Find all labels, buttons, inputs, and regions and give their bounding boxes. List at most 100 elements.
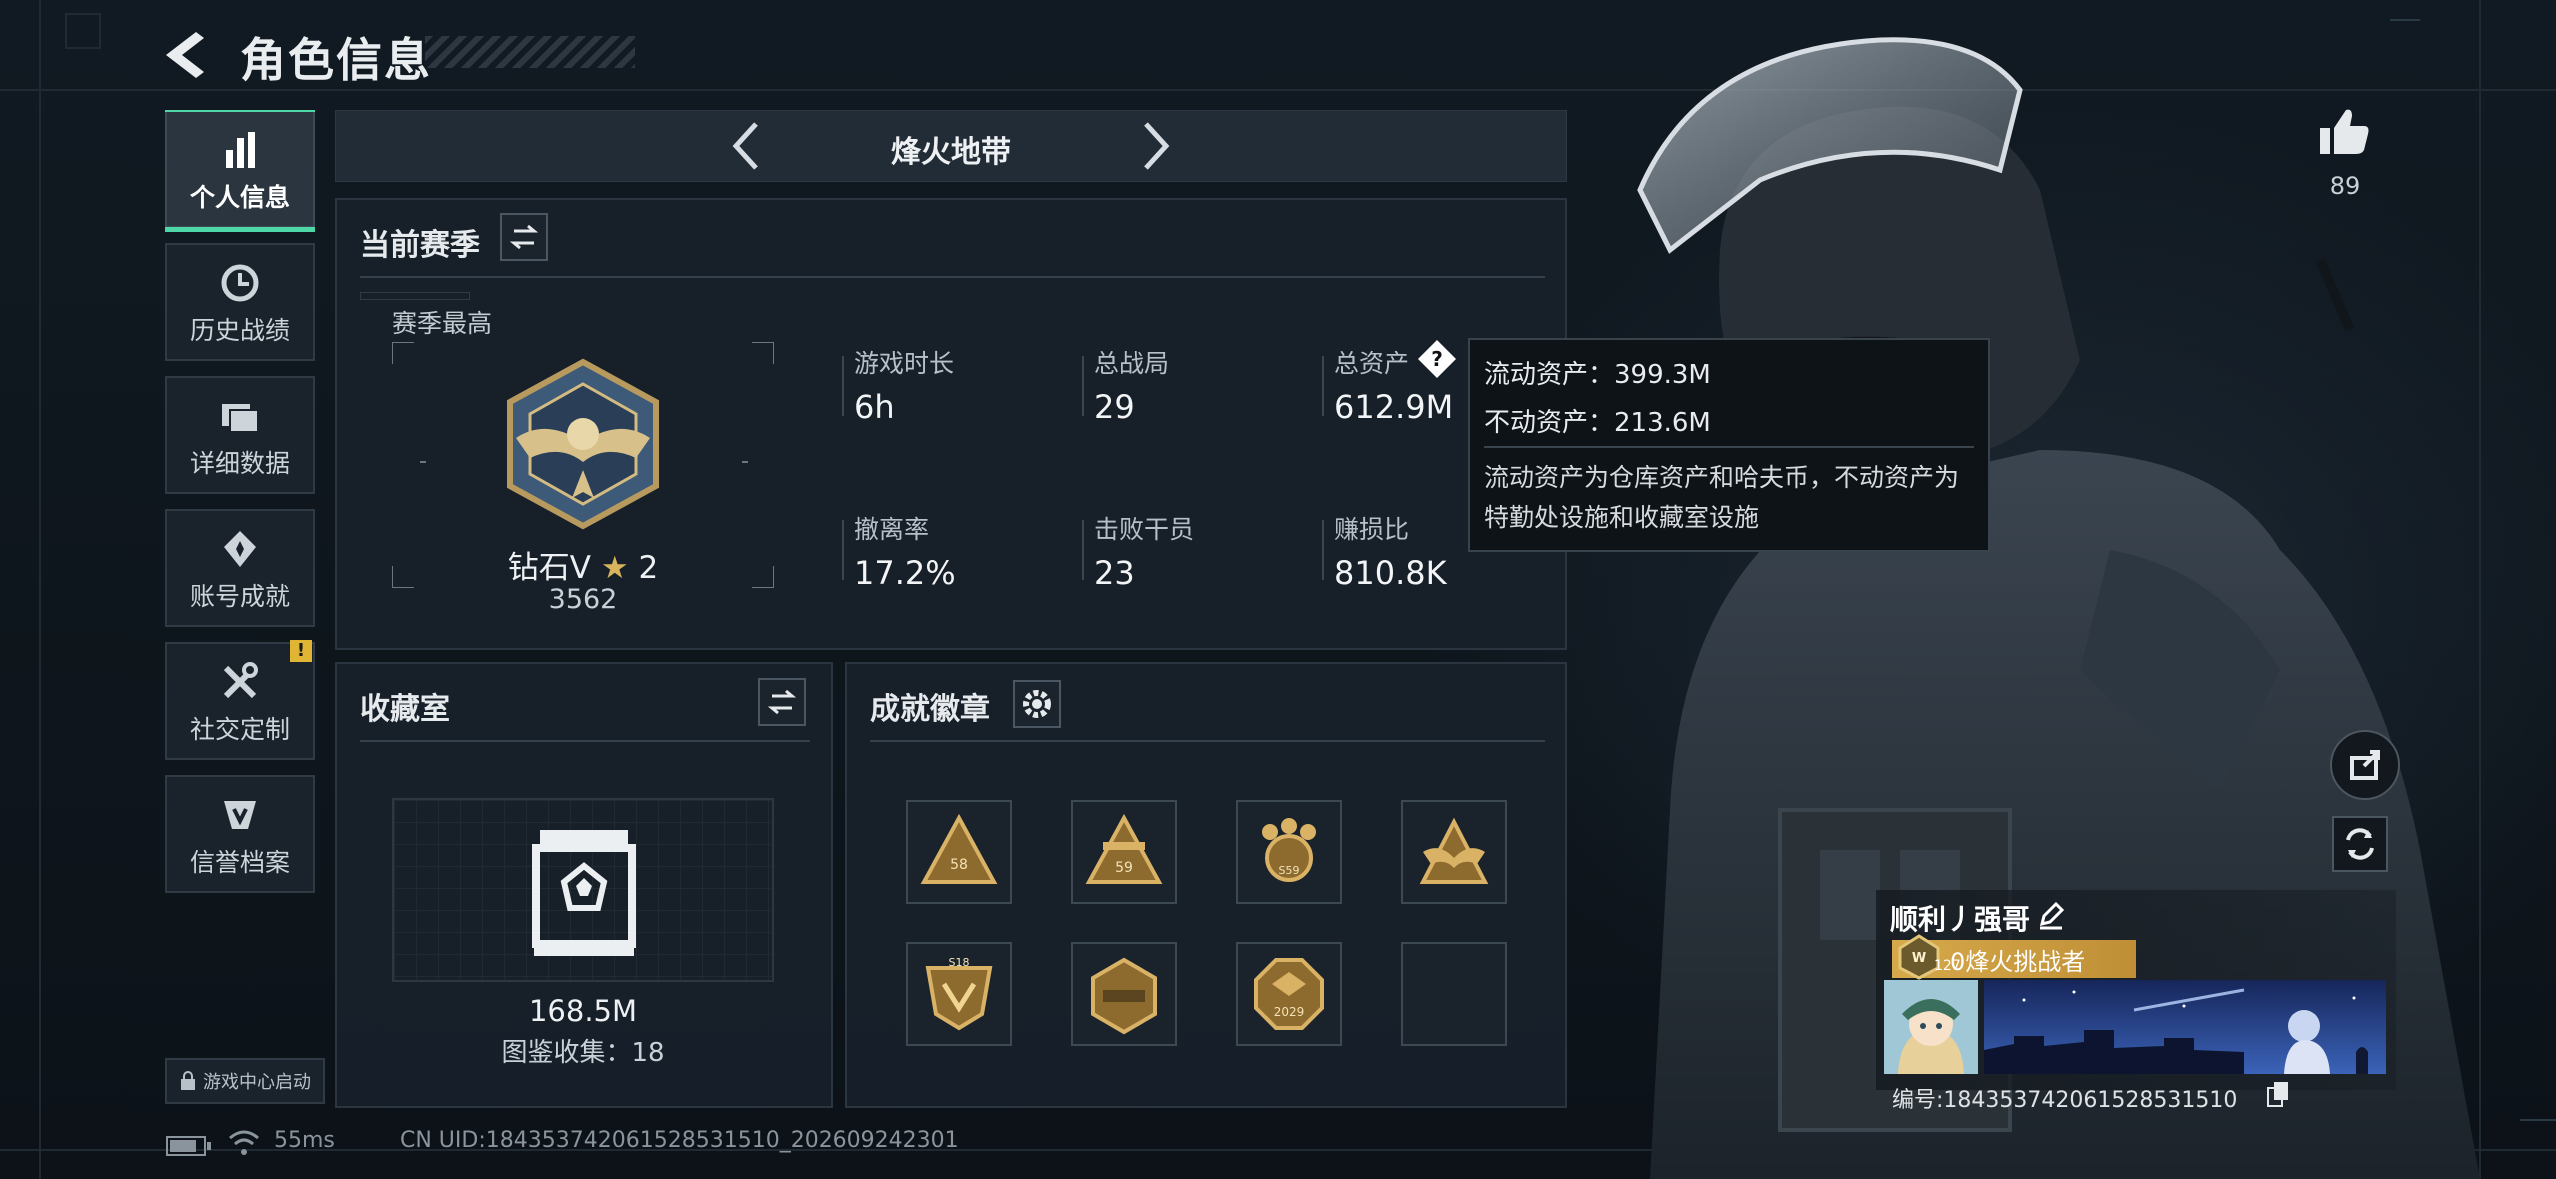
player-rank-title: 0烽火挑战者	[1950, 948, 2086, 976]
battery-icon	[166, 1136, 211, 1156]
lock-icon	[181, 1071, 195, 1090]
stat-divider	[1082, 520, 1084, 580]
nav-item-achievements[interactable]: 账号成就	[165, 509, 315, 627]
achievement-badge[interactable]: 2029	[1236, 942, 1342, 1046]
tooltip-divider	[1484, 446, 1974, 448]
achievement-badge[interactable]	[1071, 942, 1177, 1046]
badge-triangle-icon: 59	[1085, 813, 1163, 884]
stat-label-extract-rate: 撤离率	[854, 515, 930, 544]
stat-value-profit-ratio: 810.8K	[1334, 554, 1447, 592]
next-mode-chevron-icon[interactable]	[1138, 118, 1174, 174]
stat-value-playtime: 6h	[854, 388, 895, 426]
achievements-title: 成就徽章	[870, 692, 990, 727]
back-arrow-icon[interactable]	[160, 28, 216, 82]
nav-item-personal-info[interactable]: 个人信息	[165, 110, 315, 232]
refresh-icon	[2346, 828, 2374, 860]
badge-hex-icon	[1091, 957, 1157, 1035]
collection-value: 168.5M	[528, 994, 638, 1028]
nav-label: 信誉档案	[189, 848, 290, 877]
nav-label: 个人信息	[189, 183, 290, 212]
collection-switch-button[interactable]	[758, 678, 806, 726]
divider	[360, 276, 1545, 278]
stat-divider	[1322, 520, 1324, 580]
nav-label: 历史战绩	[189, 316, 290, 345]
page-title: 角色信息	[240, 33, 432, 87]
rank-emblem-icon	[507, 358, 659, 530]
achievement-badge[interactable]: S18	[906, 942, 1012, 1046]
refresh-button[interactable]	[2332, 816, 2388, 872]
achievement-badge[interactable]: 59	[1071, 800, 1177, 904]
collection-preview[interactable]	[392, 798, 774, 982]
nav-item-detail-data[interactable]: 详细数据	[165, 376, 315, 494]
badge-shield-icon: S18	[925, 956, 993, 1031]
svg-text:?: ?	[1431, 347, 1443, 371]
achievement-badge[interactable]: S59	[1236, 800, 1342, 904]
tools-icon	[223, 662, 258, 699]
stat-divider	[842, 520, 844, 580]
game-center-launch-button[interactable]: 游戏中心启动	[165, 1058, 325, 1104]
divider	[360, 740, 810, 742]
stat-value-kills: 23	[1094, 554, 1135, 592]
achievement-icon	[224, 531, 256, 567]
bar-chart-icon	[226, 132, 255, 168]
share-button[interactable]	[2330, 730, 2400, 800]
rank-stars: 2	[638, 550, 659, 586]
rank-star-icon: ★	[600, 550, 629, 586]
rank-name-row: 钻石V ★ 2	[490, 542, 676, 587]
thumbs-up-icon[interactable]	[2316, 104, 2372, 160]
divider	[870, 740, 1545, 742]
tooltip-fixed-assets: 不动资产：213.6M	[1484, 408, 1711, 438]
stat-label-total-matches: 总战局	[1094, 349, 1170, 378]
nav-item-history[interactable]: 历史战绩	[165, 243, 315, 361]
badge-label: 2029	[1274, 1005, 1305, 1019]
badge-label: S59	[1279, 864, 1300, 877]
achievement-badge[interactable]	[1401, 800, 1507, 904]
player-banner-image	[1984, 980, 2386, 1074]
uid-text: CN UID:184353742061528531510_20260924230…	[400, 1128, 959, 1153]
badge-label: 59	[1115, 860, 1133, 876]
nav-label: 账号成就	[189, 582, 290, 611]
display-case-icon	[532, 830, 636, 956]
stat-label-profit-ratio: 赚损比	[1334, 515, 1410, 544]
nav-item-credit-record[interactable]: 信誉档案	[165, 775, 315, 893]
stat-value-total-assets: 612.9M	[1334, 388, 1454, 426]
season-best-label: 赛季最高	[392, 309, 493, 338]
badge-eagle-icon	[1419, 817, 1489, 884]
nav-label: 社交定制	[189, 715, 290, 744]
stat-label-total-assets: 总资产	[1334, 349, 1410, 378]
alert-badge: !	[290, 640, 312, 662]
help-icon[interactable]: ?	[1416, 338, 1458, 380]
player-id: 编号:18435374206152853151​0	[1892, 1088, 2238, 1113]
stat-divider	[1082, 356, 1084, 416]
badge-label: S18	[949, 956, 970, 969]
edit-pencil-icon[interactable]	[2036, 900, 2066, 930]
stat-value-extract-rate: 17.2%	[854, 554, 956, 592]
collection-title: 收藏室	[360, 692, 450, 727]
achievement-badge[interactable]: 58	[906, 800, 1012, 904]
season-decoration	[360, 292, 470, 300]
collection-count: 图鉴收集：18	[501, 1038, 665, 1068]
stat-divider	[1322, 356, 1324, 416]
assets-tooltip: 流动资产：399.3M 不动资产：213.6M 流动资产为仓库资产和哈夫币，不动…	[1468, 338, 1990, 552]
wifi-icon	[229, 1130, 259, 1155]
swap-icon	[509, 224, 539, 250]
prev-mode-chevron-icon[interactable]	[728, 118, 764, 174]
rank-score: 3562	[548, 584, 618, 615]
mode-name: 烽火地带	[891, 135, 1011, 170]
badge-triangle-icon: 58	[920, 813, 998, 884]
stat-label-kills: 击败干员	[1094, 515, 1195, 544]
like-count: 89	[2329, 172, 2361, 200]
nav-label: 详细数据	[189, 449, 290, 478]
stat-label-playtime: 游戏时长	[854, 349, 955, 378]
season-switch-button[interactable]	[500, 213, 548, 261]
svg-text:W: W	[1912, 951, 1926, 966]
achievement-badge-empty[interactable]	[1401, 942, 1507, 1046]
gear-icon	[1023, 690, 1051, 718]
share-icon	[2350, 750, 2380, 780]
player-avatar[interactable]	[1884, 980, 1978, 1074]
stat-value-total-matches: 29	[1094, 388, 1135, 426]
history-clock-icon	[221, 264, 259, 302]
copy-icon[interactable]	[2266, 1080, 2290, 1108]
badge-label: 58	[950, 857, 968, 873]
achievements-settings-button[interactable]	[1013, 680, 1061, 728]
